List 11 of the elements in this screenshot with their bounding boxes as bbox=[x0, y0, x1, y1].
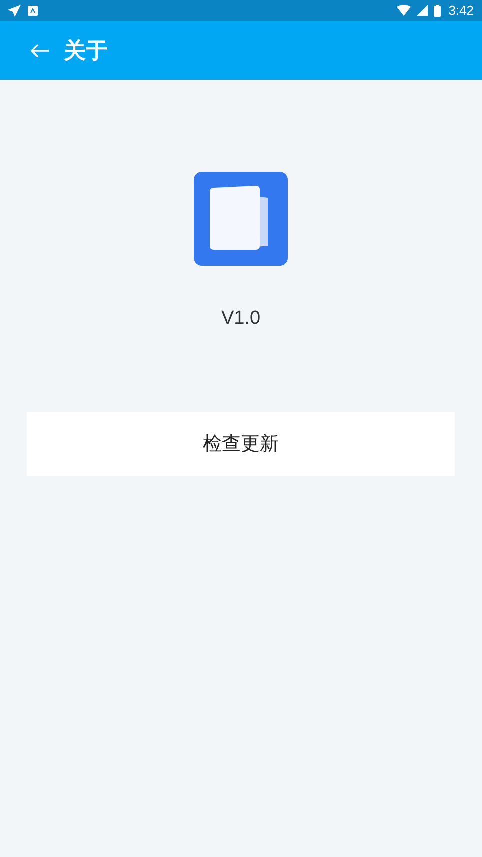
signal-icon bbox=[416, 5, 428, 16]
app-logo-icon bbox=[194, 172, 288, 266]
check-update-button[interactable]: 检查更新 bbox=[27, 412, 455, 476]
send-icon bbox=[8, 4, 22, 16]
battery-icon bbox=[434, 4, 441, 16]
wifi-icon bbox=[396, 5, 411, 16]
back-arrow-icon bbox=[30, 42, 50, 58]
status-time: 3:42 bbox=[448, 3, 474, 18]
version-text: V1.0 bbox=[221, 308, 261, 330]
app-bar-title: 关于 bbox=[64, 38, 108, 66]
notification-icon bbox=[28, 6, 38, 16]
